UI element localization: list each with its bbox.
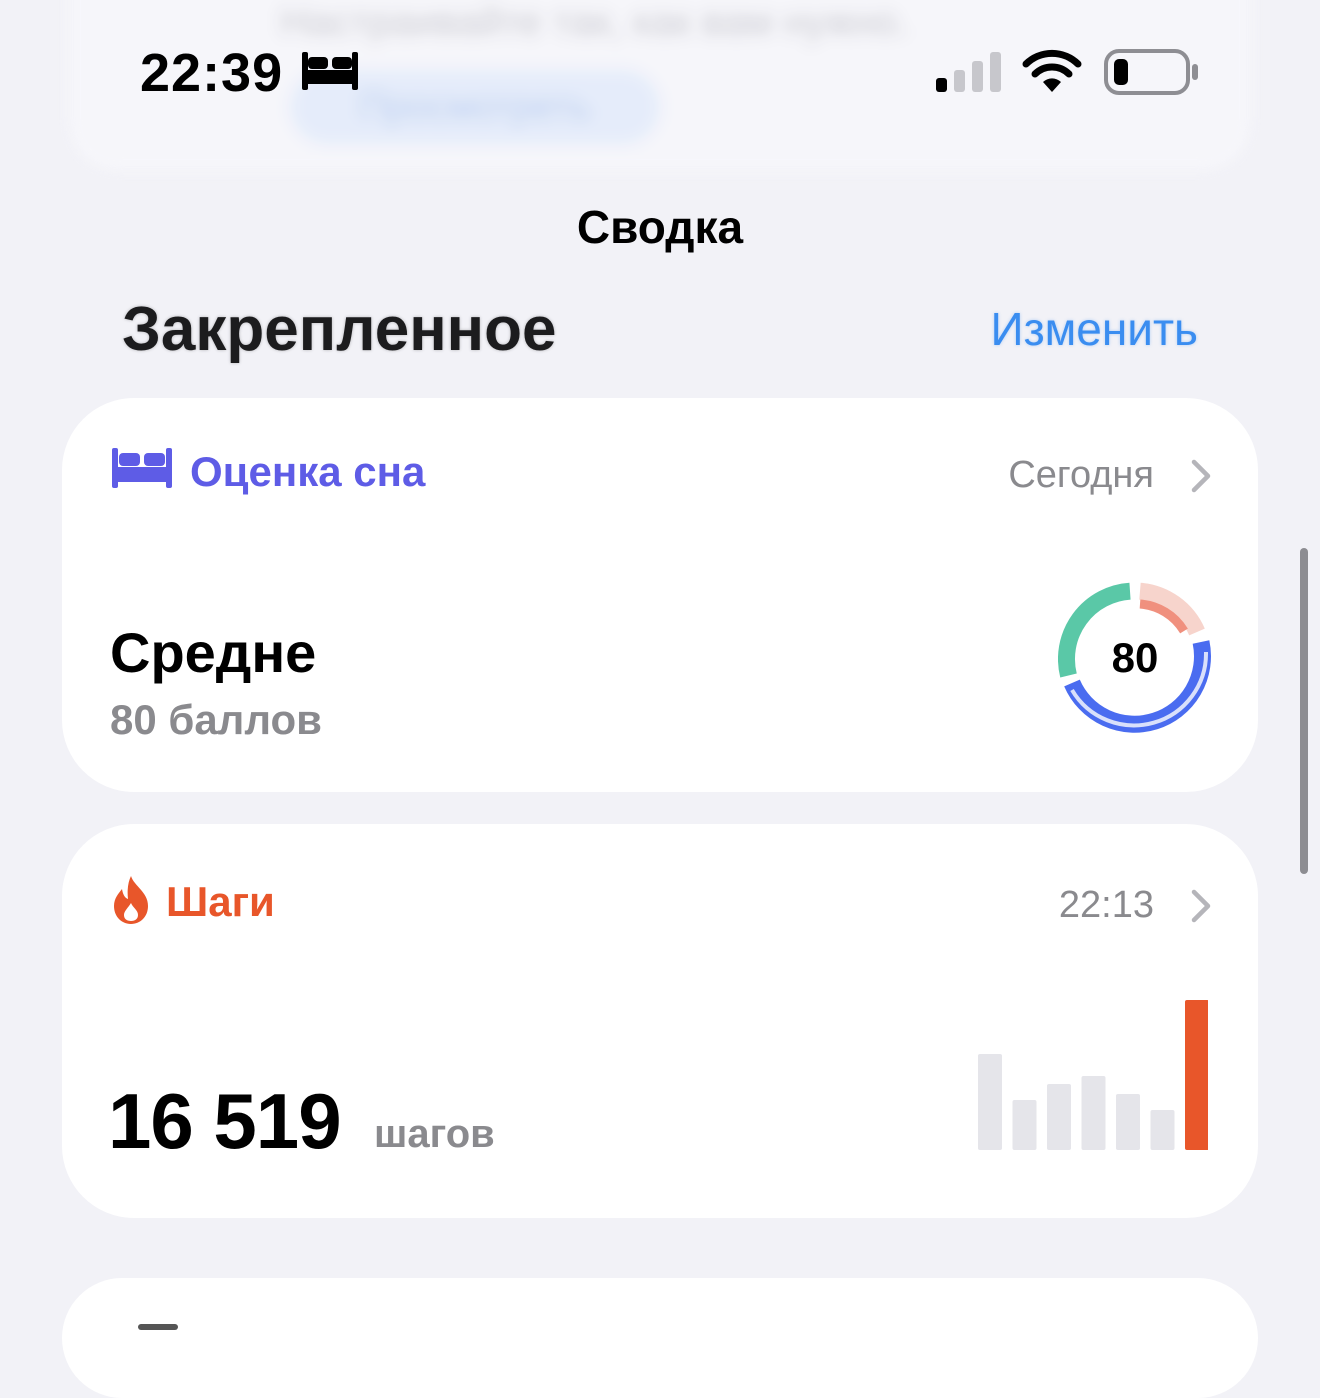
wifi-icon — [1022, 48, 1082, 99]
sleep-points: 80 баллов — [110, 696, 322, 743]
steps-bar — [1150, 1110, 1175, 1150]
sleep-score-value: 80 — [1111, 634, 1159, 681]
bed-icon — [112, 448, 172, 493]
steps-bar — [1116, 1094, 1140, 1150]
scrollbar[interactable] — [1300, 548, 1308, 874]
steps-bar — [1081, 1076, 1106, 1150]
steps-card-time: 22:13 — [1058, 884, 1154, 926]
cellular-signal-icon — [936, 50, 1002, 97]
steps-card-title: Шаги — [166, 878, 275, 925]
sleep-score-card[interactable]: Оценка сна Сегодня Средне 80 баллов 80 — [62, 398, 1258, 792]
sleep-quality-level: Средне — [110, 621, 317, 684]
next-card-icon — [138, 1324, 178, 1330]
pinned-section-title: Закрепленное — [122, 295, 557, 364]
edit-pinned-button[interactable]: Изменить — [991, 302, 1199, 356]
steps-count: 16 519 — [108, 1077, 342, 1165]
sleep-card-title: Оценка сна — [190, 448, 426, 495]
chevron-right-icon — [1190, 458, 1212, 499]
next-card[interactable] — [62, 1278, 1258, 1398]
page-title: Сводка — [576, 201, 744, 253]
steps-bar — [1047, 1084, 1071, 1150]
steps-bar — [1012, 1100, 1037, 1150]
steps-bar-chart — [976, 994, 1209, 1155]
battery-low-icon — [1104, 49, 1200, 100]
sleep-card-date: Сегодня — [1008, 454, 1154, 496]
steps-bar — [1185, 1000, 1209, 1150]
steps-card[interactable]: Шаги 22:13 16 519 шагов — [62, 824, 1258, 1218]
status-time: 22:39 — [140, 43, 284, 103]
promo-banner-text: Настраивайте так, как вам нужно. — [280, 0, 909, 44]
flame-icon — [110, 874, 152, 931]
steps-bar — [978, 1054, 1002, 1150]
chevron-right-icon — [1190, 888, 1212, 929]
bed-icon — [302, 52, 358, 95]
steps-unit: шагов — [374, 1112, 495, 1156]
